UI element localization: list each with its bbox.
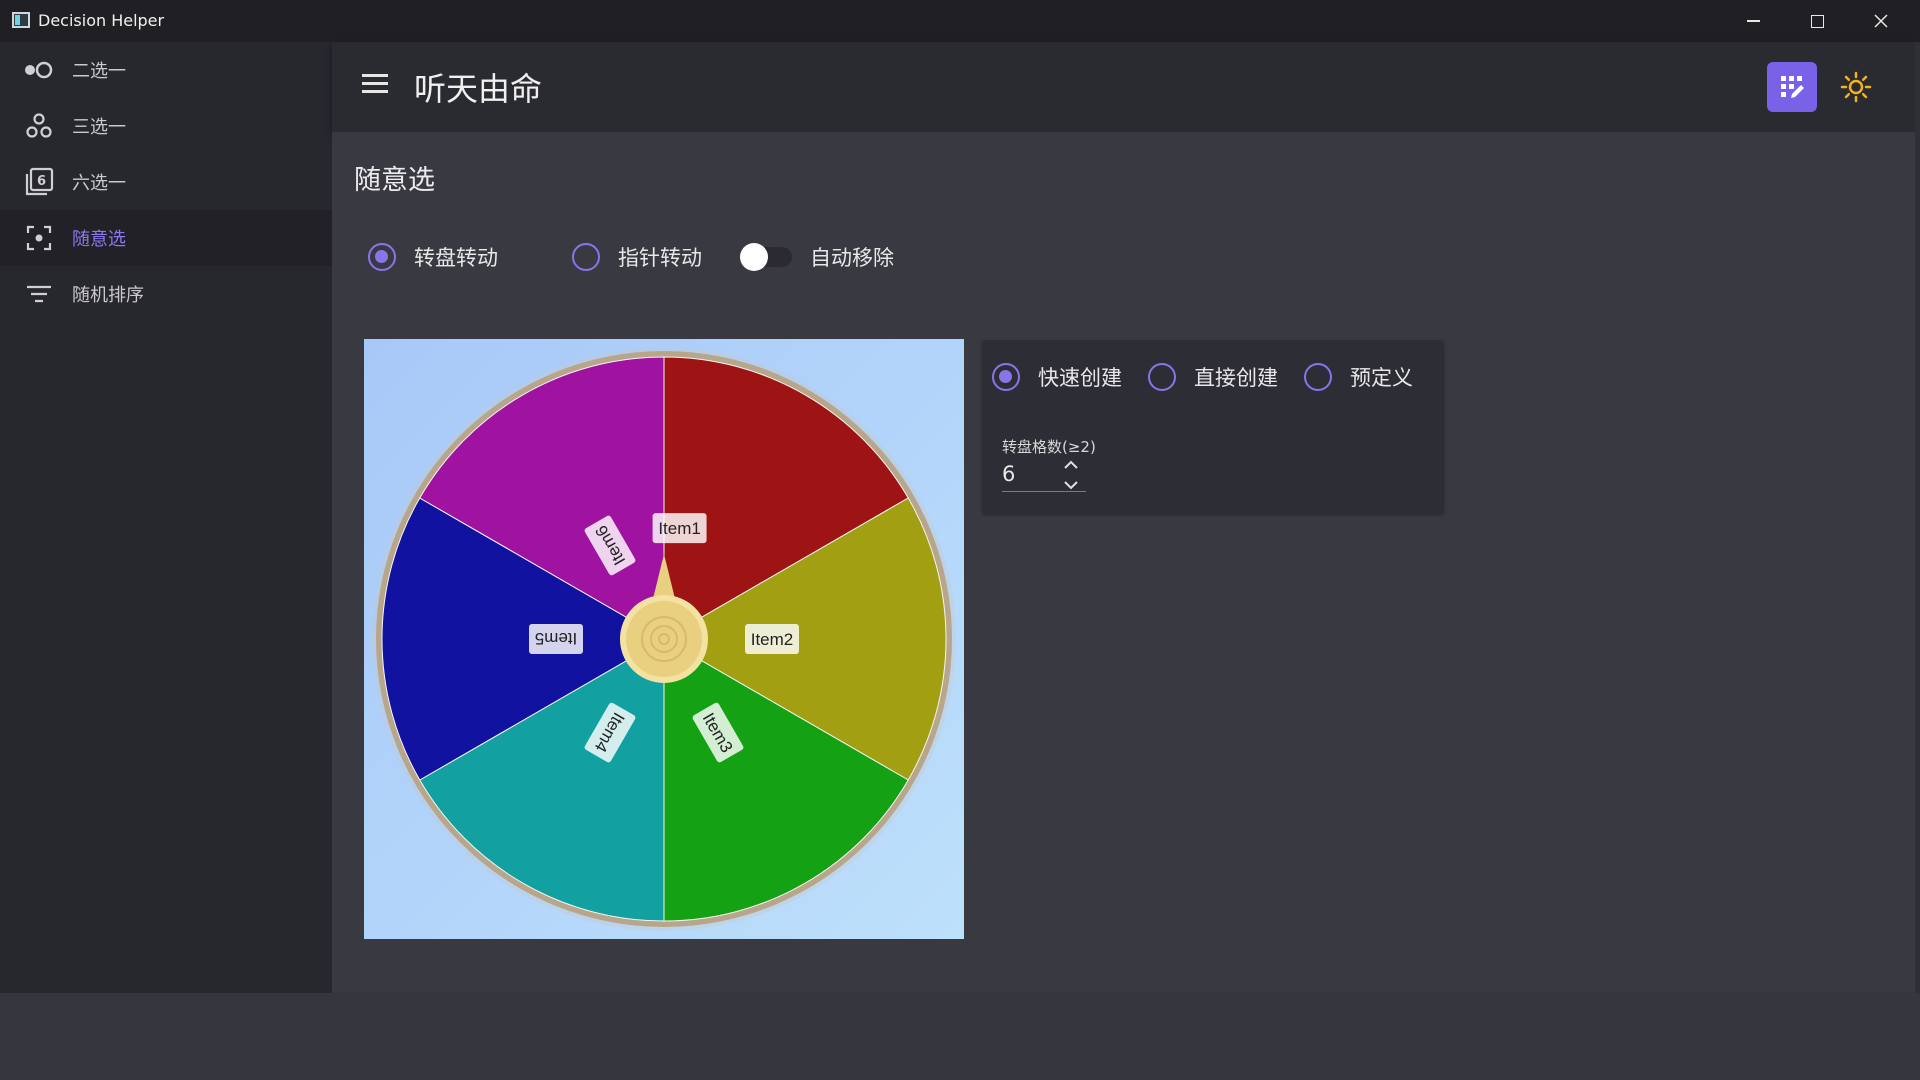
close-icon bbox=[1874, 14, 1888, 28]
radio-quick-create[interactable]: 快速创建 bbox=[992, 362, 1122, 392]
sidebar-item-random-sort[interactable]: 随机排序 bbox=[0, 266, 332, 322]
main-content: 随意选 转盘转动 指针转动 自动移除 Item1 Item2 Item3 Item4 I… bbox=[332, 132, 1915, 992]
window-edge bbox=[1915, 42, 1920, 993]
minimize-button[interactable] bbox=[1721, 0, 1785, 42]
grid-edit-icon bbox=[1781, 76, 1804, 98]
toggle-track bbox=[740, 243, 792, 271]
sidebar-item-random-pick[interactable]: 随意选 bbox=[0, 210, 332, 266]
toggle-label: 自动移除 bbox=[810, 246, 894, 270]
theme-toggle-button[interactable] bbox=[1831, 62, 1881, 112]
segment-count-input[interactable]: 6 bbox=[1002, 458, 1086, 492]
sidebar-item-six-choice[interactable]: 6 六选一 bbox=[0, 154, 332, 210]
wheel-segment-label: Item1 bbox=[652, 513, 707, 544]
sun-icon bbox=[1840, 71, 1872, 103]
stepper-arrows-icon[interactable] bbox=[1060, 458, 1082, 492]
section-title: 随意选 bbox=[354, 165, 435, 196]
focus-frame-icon bbox=[22, 221, 56, 255]
toggle-dots-icon bbox=[22, 53, 56, 87]
sidebar-item-label: 六选一 bbox=[72, 173, 126, 194]
three-circles-icon bbox=[22, 109, 56, 143]
radio-indicator bbox=[572, 243, 600, 271]
radio-indicator bbox=[992, 363, 1020, 391]
minimize-icon bbox=[1746, 20, 1760, 22]
radio-label: 直接创建 bbox=[1194, 366, 1278, 390]
sidebar-item-label: 三选一 bbox=[72, 117, 126, 138]
wheel-hub bbox=[626, 601, 702, 677]
radio-label: 预定义 bbox=[1350, 366, 1413, 390]
sidebar: 二选一 三选一 6 六选一 随意选 随机排序 bbox=[0, 42, 332, 993]
edit-grid-button[interactable] bbox=[1767, 62, 1817, 112]
radio-pointer-spin[interactable]: 指针转动 bbox=[572, 242, 702, 272]
sidebar-item-label: 随意选 bbox=[72, 229, 126, 250]
spin-wheel-panel[interactable]: Item1 Item2 Item3 Item4 Item5 Item6 bbox=[364, 339, 964, 939]
auto-remove-toggle[interactable]: 自动移除 bbox=[740, 242, 894, 272]
maximize-button[interactable] bbox=[1785, 0, 1849, 42]
sidebar-item-label: 随机排序 bbox=[72, 285, 144, 306]
sidebar-item-label: 二选一 bbox=[72, 61, 126, 82]
filter-lines-icon bbox=[22, 277, 56, 311]
spin-wheel[interactable]: Item1Item2Item3Item4Item5Item6 bbox=[364, 339, 964, 939]
segment-count-value[interactable]: 6 bbox=[1002, 462, 1015, 486]
svg-text:6: 6 bbox=[37, 174, 46, 189]
title-bar: Decision Helper bbox=[0, 0, 1920, 42]
footer-area bbox=[0, 993, 1920, 1080]
create-options-card: 快速创建 直接创建 预定义 转盘格数(≥2) 6 bbox=[982, 340, 1444, 514]
toggle-thumb bbox=[740, 243, 768, 271]
radio-label: 快速创建 bbox=[1038, 366, 1122, 390]
svg-text:Item5: Item5 bbox=[535, 629, 578, 648]
radio-label: 指针转动 bbox=[618, 246, 702, 270]
window-title: Decision Helper bbox=[38, 11, 165, 30]
segment-count-label: 转盘格数(≥2) bbox=[1002, 438, 1096, 456]
radio-indicator bbox=[368, 243, 396, 271]
svg-text:Item1: Item1 bbox=[658, 519, 701, 538]
wheel-segment-label: Item5 bbox=[529, 624, 583, 654]
app-header: 听天由命 bbox=[332, 42, 1915, 132]
radio-indicator bbox=[1304, 363, 1332, 391]
radio-direct-create[interactable]: 直接创建 bbox=[1148, 362, 1278, 392]
radio-wheel-spin[interactable]: 转盘转动 bbox=[368, 242, 498, 272]
close-button[interactable] bbox=[1849, 0, 1913, 42]
radio-predefined[interactable]: 预定义 bbox=[1304, 362, 1413, 392]
svg-text:Item2: Item2 bbox=[751, 630, 794, 649]
sidebar-item-three-choice[interactable]: 三选一 bbox=[0, 98, 332, 154]
page-title: 听天由命 bbox=[414, 70, 543, 108]
radio-indicator bbox=[1148, 363, 1176, 391]
wheel-segment-label: Item2 bbox=[745, 624, 799, 654]
radio-label: 转盘转动 bbox=[414, 246, 498, 270]
maximize-icon bbox=[1810, 14, 1824, 28]
app-icon bbox=[12, 12, 30, 28]
sidebar-item-two-choice[interactable]: 二选一 bbox=[0, 42, 332, 98]
six-box-icon: 6 bbox=[22, 165, 56, 199]
hamburger-menu-icon[interactable] bbox=[362, 74, 390, 100]
